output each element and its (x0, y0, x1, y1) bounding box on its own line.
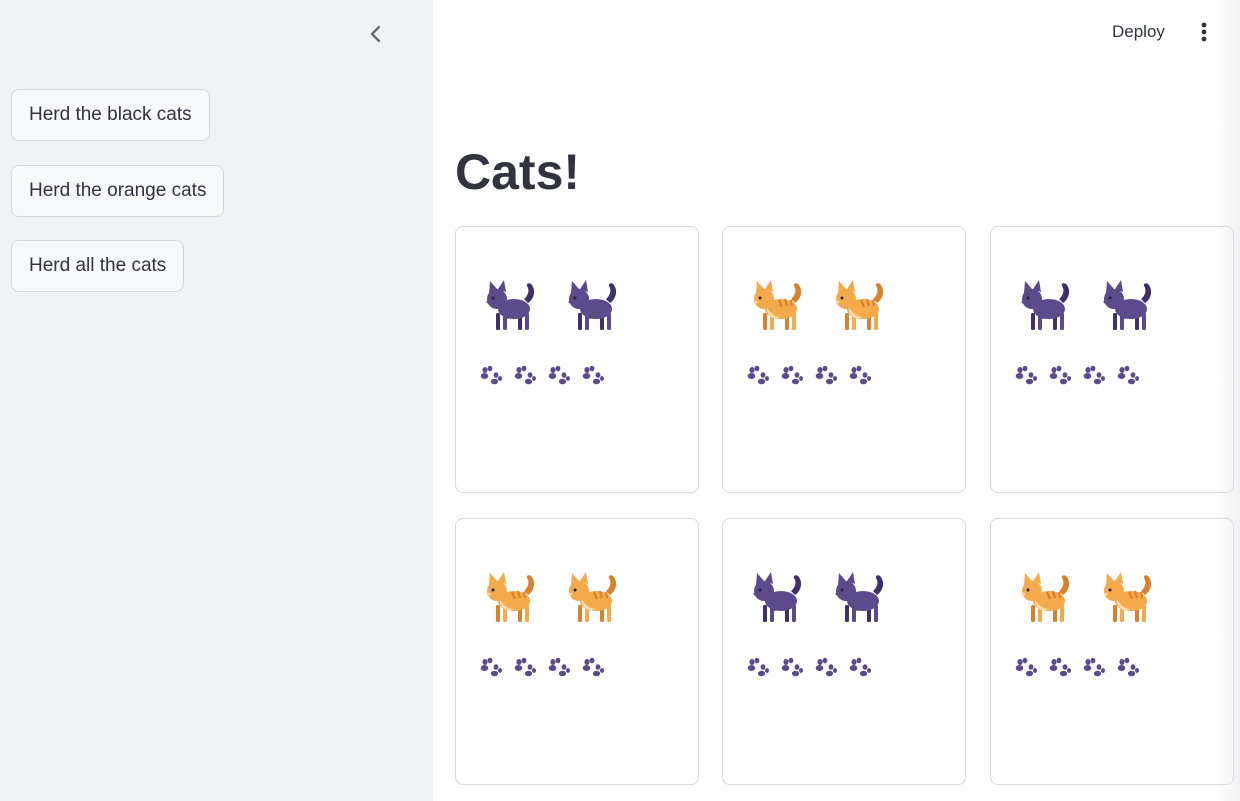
paw-prints-icon (548, 657, 570, 682)
paw-prints-icon (781, 657, 803, 682)
cat-icon (1099, 277, 1155, 335)
cat-row (749, 277, 887, 335)
paw-prints-icon (1015, 657, 1037, 682)
paw-row (1015, 657, 1139, 682)
paw-prints-icon (480, 657, 502, 682)
cat-card (722, 518, 966, 785)
cat-icon (564, 277, 620, 335)
cat-card (990, 226, 1234, 493)
cat-card (990, 518, 1234, 785)
paw-prints-icon (849, 365, 871, 390)
paw-row (480, 365, 604, 390)
cat-card (455, 518, 699, 785)
herd-black-cats-button[interactable]: Herd the black cats (11, 89, 210, 141)
cat-icon (1017, 569, 1073, 627)
cat-row (749, 569, 887, 627)
app-window: Herd the black cats Herd the orange cats… (0, 0, 1240, 801)
paw-prints-icon (815, 657, 837, 682)
paw-prints-icon (582, 657, 604, 682)
cat-card (455, 226, 699, 493)
paw-prints-icon (781, 365, 803, 390)
herd-black-cats-label: Herd the black cats (29, 104, 192, 125)
more-vertical-icon (1201, 22, 1207, 42)
cat-card (722, 226, 966, 493)
cat-icon (831, 277, 887, 335)
paw-row (480, 657, 604, 682)
sidebar-collapse-button[interactable] (362, 20, 390, 48)
paw-prints-icon (582, 365, 604, 390)
herd-orange-cats-button[interactable]: Herd the orange cats (11, 165, 225, 217)
sidebar: Herd the black cats Herd the orange cats… (0, 0, 433, 801)
cat-icon (749, 569, 805, 627)
deploy-button[interactable]: Deploy (1100, 18, 1177, 46)
paw-prints-icon (480, 365, 502, 390)
cat-icon (831, 569, 887, 627)
cat-icon (564, 569, 620, 627)
cat-row (1017, 277, 1155, 335)
cat-icon (482, 569, 538, 627)
paw-row (747, 657, 871, 682)
paw-prints-icon (1049, 657, 1071, 682)
paw-prints-icon (747, 657, 769, 682)
herd-all-cats-button[interactable]: Herd all the cats (11, 240, 185, 292)
paw-prints-icon (548, 365, 570, 390)
cat-icon (482, 277, 538, 335)
main-menu-button[interactable] (1192, 18, 1216, 46)
page-title: Cats! (455, 144, 581, 200)
paw-prints-icon (815, 365, 837, 390)
paw-prints-icon (1117, 657, 1139, 682)
cat-row (482, 277, 620, 335)
paw-prints-icon (1049, 365, 1071, 390)
paw-prints-icon (1083, 365, 1105, 390)
paw-prints-icon (514, 365, 536, 390)
paw-prints-icon (747, 365, 769, 390)
paw-prints-icon (1117, 365, 1139, 390)
paw-prints-icon (849, 657, 871, 682)
paw-prints-icon (1083, 657, 1105, 682)
paw-row (1015, 365, 1139, 390)
cat-icon (1017, 277, 1073, 335)
herd-orange-cats-label: Herd the orange cats (29, 180, 207, 201)
cat-icon (749, 277, 805, 335)
cat-row (482, 569, 620, 627)
chevron-left-icon (370, 25, 381, 43)
cat-icon (1099, 569, 1155, 627)
paw-row (747, 365, 871, 390)
deploy-label: Deploy (1112, 22, 1165, 41)
paw-prints-icon (514, 657, 536, 682)
herd-all-cats-label: Herd all the cats (29, 255, 167, 276)
cat-row (1017, 569, 1155, 627)
paw-prints-icon (1015, 365, 1037, 390)
